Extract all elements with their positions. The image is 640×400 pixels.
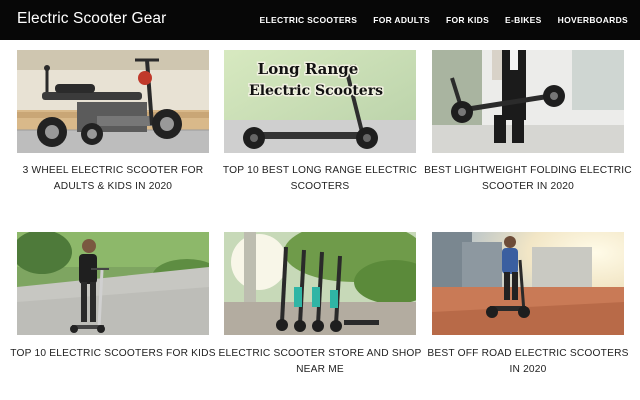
nav-item-for-adults[interactable]: FOR ADULTS xyxy=(373,15,430,25)
image-text-line2: Electric Scooters xyxy=(249,83,383,99)
image-text-line1: Long Range xyxy=(258,60,359,78)
nav-item-e-bikes[interactable]: E-BIKES xyxy=(505,15,542,25)
scooter-rack-image[interactable] xyxy=(224,232,416,335)
article-title[interactable]: ELECTRIC SCOOTER STORE AND SHOP NEAR ME xyxy=(216,346,424,378)
site-title[interactable]: Electric Scooter Gear xyxy=(17,10,166,28)
main-nav: ELECTRIC SCOOTERS FOR ADULTS FOR KIDS E-… xyxy=(244,0,628,40)
article-title[interactable]: 3 WHEEL ELECTRIC SCOOTER FOR ADULTS & KI… xyxy=(9,163,217,195)
site-header: Electric Scooter Gear ELECTRIC SCOOTERS … xyxy=(0,0,640,40)
article-title[interactable]: BEST LIGHTWEIGHT FOLDING ELECTRIC SCOOTE… xyxy=(424,163,632,195)
long-range-scooter-image[interactable]: Long Range Electric Scooters xyxy=(224,50,416,153)
article-title[interactable]: BEST OFF ROAD ELECTRIC SCOOTERS IN 2020 xyxy=(424,346,632,378)
offroad-scooter-image[interactable] xyxy=(432,232,624,335)
nav-item-hoverboards[interactable]: HOVERBOARDS xyxy=(558,15,628,25)
article-title[interactable]: TOP 10 ELECTRIC SCOOTERS FOR KIDS xyxy=(9,346,217,362)
folding-scooter-image[interactable] xyxy=(432,50,624,153)
kid-scooter-image[interactable] xyxy=(17,232,209,335)
nav-item-for-kids[interactable]: FOR KIDS xyxy=(446,15,489,25)
nav-item-electric-scooters[interactable]: ELECTRIC SCOOTERS xyxy=(260,15,358,25)
three-wheel-scooter-image[interactable] xyxy=(17,50,209,153)
article-title[interactable]: TOP 10 BEST LONG RANGE ELECTRIC SCOOTERS xyxy=(216,163,424,195)
